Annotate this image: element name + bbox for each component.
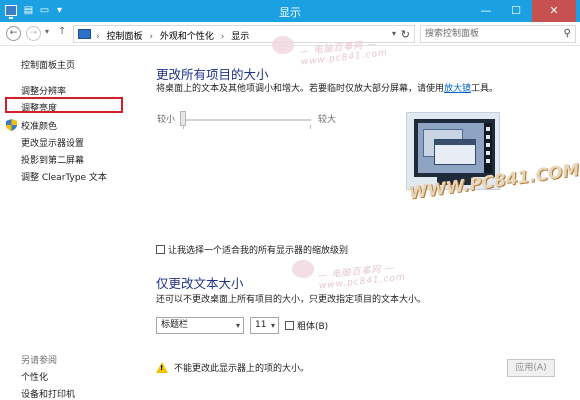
up-arrow-icon[interactable]: ↑ bbox=[58, 26, 66, 37]
item-select-value: 标题栏 bbox=[161, 320, 189, 330]
description-text: 将桌面上的文本及其他项调小和增大。若要临时仅放大部分屏幕，请使用 bbox=[156, 84, 445, 94]
monitor-illustration bbox=[414, 119, 495, 177]
control-panel-home-link[interactable]: 控制面板主页 bbox=[21, 58, 75, 71]
control-panel-icon bbox=[78, 29, 91, 39]
search-box[interactable]: ⚲ bbox=[420, 25, 576, 43]
recent-locations-icon[interactable]: ▾ bbox=[45, 27, 49, 36]
maximize-button[interactable]: ☐ bbox=[502, 0, 530, 22]
slider-ticks bbox=[183, 125, 311, 129]
main-pane: 更改所有项目的大小 将桌面上的文本及其他项调小和增大。若要临时仅放大部分屏幕，请… bbox=[140, 47, 580, 400]
warning-row: 不能更改此显示器上的项的大小。 bbox=[156, 361, 309, 374]
preview-screen bbox=[418, 123, 484, 173]
see-also-devices-printers[interactable]: 设备和打印机 bbox=[21, 387, 75, 400]
font-size-select[interactable]: 11 ▾ bbox=[250, 317, 279, 334]
custom-scaling-label: 让我选择一个适合我的所有显示器的缩放级别 bbox=[168, 246, 349, 256]
size-slider-track[interactable] bbox=[183, 119, 311, 121]
forward-button[interactable]: → bbox=[26, 26, 41, 41]
bold-checkbox[interactable] bbox=[285, 321, 294, 330]
size-slider-thumb[interactable] bbox=[180, 111, 186, 126]
close-button[interactable]: ✕ bbox=[532, 0, 576, 22]
breadcrumb-separator-icon: › bbox=[149, 32, 153, 42]
slider-small-label: 较小 bbox=[157, 115, 176, 125]
text-size-description: 还可以不更改桌面上所有项目的大小，只更改指定项目的文本大小。 bbox=[156, 295, 427, 305]
watermark-rose-icon bbox=[272, 36, 294, 54]
breadcrumb-appearance[interactable]: 外观和个性化 bbox=[160, 32, 214, 42]
warning-icon bbox=[156, 362, 168, 373]
minimize-button[interactable]: — bbox=[472, 0, 500, 22]
shield-icon bbox=[6, 119, 17, 131]
custom-scaling-option[interactable]: 让我选择一个适合我的所有显示器的缩放级别 bbox=[156, 243, 348, 256]
warning-text: 不能更改此显示器上的项的大小。 bbox=[174, 364, 310, 374]
slider-tick bbox=[310, 125, 311, 129]
breadcrumb-separator-icon: › bbox=[96, 32, 100, 42]
watermark-rose-icon bbox=[292, 260, 314, 278]
item-select[interactable]: 标题栏 ▾ bbox=[156, 317, 244, 334]
preview-charm-bar bbox=[484, 123, 492, 173]
sidebar-item-resolution[interactable]: 调整分辨率 bbox=[21, 84, 66, 97]
breadcrumb-separator-icon: › bbox=[220, 32, 225, 42]
see-also-label: 另请参阅 bbox=[21, 356, 58, 366]
sidebar-item-cleartype[interactable]: 调整 ClearType 文本 bbox=[21, 170, 107, 183]
font-size-select-value: 11 bbox=[255, 320, 267, 330]
bold-option[interactable]: 粗体(B) bbox=[285, 319, 328, 332]
back-button[interactable]: ← bbox=[6, 26, 21, 41]
breadcrumb: › 控制面板 › 外观和个性化 › 显示 bbox=[96, 29, 253, 42]
refresh-icon[interactable]: ↻ bbox=[401, 28, 410, 41]
chevron-down-icon: ▾ bbox=[270, 321, 275, 330]
apply-button[interactable]: 应用(A) bbox=[507, 359, 555, 377]
breadcrumb-display[interactable]: 显示 bbox=[231, 32, 249, 42]
description-text-end: 工具。 bbox=[471, 84, 499, 94]
search-icon[interactable]: ⚲ bbox=[564, 28, 571, 39]
see-also-personalization[interactable]: 个性化 bbox=[21, 370, 48, 383]
custom-scaling-checkbox[interactable] bbox=[156, 245, 165, 254]
sidebar-item-calibrate-color[interactable]: 校准颜色 bbox=[21, 119, 57, 132]
search-input[interactable] bbox=[425, 28, 555, 40]
text-size-heading: 仅更改文本大小 bbox=[156, 276, 244, 291]
highlight-box bbox=[5, 97, 123, 113]
chevron-down-icon: ▾ bbox=[235, 321, 240, 330]
magnifier-link[interactable]: 放大镜 bbox=[444, 84, 471, 94]
breadcrumb-control-panel[interactable]: 控制面板 bbox=[106, 32, 142, 42]
change-size-description: 将桌面上的文本及其他项调小和增大。若要临时仅放大部分屏幕，请使用放大镜工具。 bbox=[156, 81, 498, 94]
address-dropdown-icon[interactable]: ▾ bbox=[392, 29, 396, 38]
bold-label: 粗体(B) bbox=[297, 322, 329, 332]
sidebar-item-project-second-screen[interactable]: 投影到第二屏幕 bbox=[21, 153, 84, 166]
sidebar-item-display-settings[interactable]: 更改显示器设置 bbox=[21, 136, 84, 149]
preview-window-front bbox=[434, 139, 476, 165]
slider-large-label: 较大 bbox=[318, 115, 337, 125]
title-bar: ▤ ▭ ▾ 显示 — ☐ ✕ bbox=[0, 0, 580, 22]
